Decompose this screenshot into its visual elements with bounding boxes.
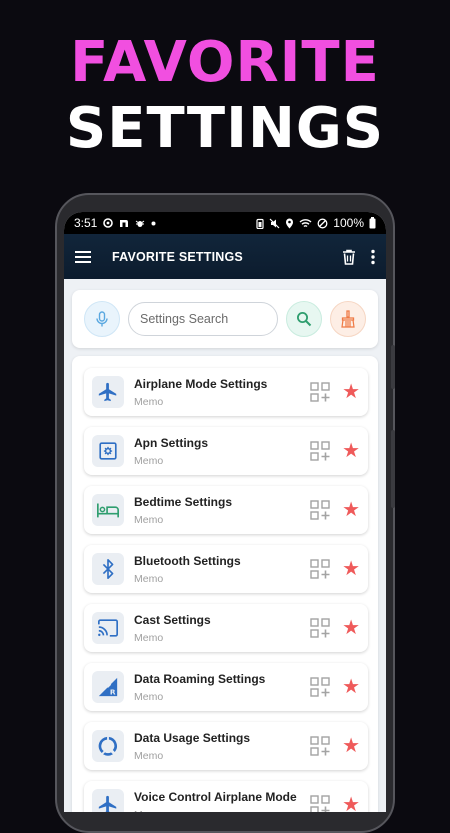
add-widget-icon[interactable] xyxy=(310,500,330,520)
wifi-icon xyxy=(299,218,312,227)
app-bar: FAVORITE SETTINGS xyxy=(64,234,386,279)
data-roaming-icon: R xyxy=(92,671,124,703)
list-item-title: Bluetooth Settings xyxy=(134,553,241,568)
trash-icon[interactable] xyxy=(342,249,356,265)
add-widget-icon[interactable] xyxy=(310,618,330,638)
favorite-star-icon[interactable]: ★ xyxy=(342,736,360,756)
list-item[interactable]: Bluetooth Settings Memo ★ xyxy=(84,545,368,593)
location-icon xyxy=(286,218,294,228)
favorites-list: Airplane Mode Settings Memo ★ Apn Settings M… xyxy=(72,356,378,812)
battery-icon xyxy=(369,217,376,229)
cast-icon xyxy=(92,612,124,644)
bed-icon xyxy=(92,494,124,526)
favorite-star-icon[interactable]: ★ xyxy=(342,618,360,638)
delete-button[interactable] xyxy=(342,249,356,265)
broom-icon xyxy=(341,310,355,328)
list-item-text: Voice Control Airplane Mode Memo xyxy=(134,790,310,813)
list-item-title: Cast Settings xyxy=(134,612,211,627)
list-item-title: Apn Settings xyxy=(134,435,208,450)
favorite-star-icon[interactable]: ★ xyxy=(342,441,360,461)
mute-icon xyxy=(269,218,280,228)
list-item-memo: Memo xyxy=(134,690,164,703)
list-item-memo: Memo xyxy=(134,395,164,408)
favorite-star-icon[interactable]: ★ xyxy=(342,795,360,812)
list-item-text: Apn Settings Memo xyxy=(134,436,310,467)
list-item-memo: Memo xyxy=(134,749,164,762)
microphone-icon xyxy=(96,310,108,326)
list-item[interactable]: Voice Control Airplane Mode Memo ★ xyxy=(84,781,368,812)
list-item[interactable]: Airplane Mode Settings Memo ★ xyxy=(84,368,368,416)
list-item-memo: Memo xyxy=(134,809,310,813)
more-vertical-icon[interactable] xyxy=(370,249,376,265)
phone-side-button xyxy=(391,345,395,389)
dot-icon xyxy=(151,221,156,225)
apn-gear-icon xyxy=(92,435,124,467)
list-item-memo: Memo xyxy=(134,631,164,644)
phone-screen: 3:51 100% FAVORITE SETTINGS Settings Sea… xyxy=(64,212,386,812)
battery-saver-icon xyxy=(256,218,264,229)
favorite-star-icon[interactable]: ★ xyxy=(342,677,360,697)
list-item-title: Bedtime Settings xyxy=(134,494,233,509)
status-time: 3:51 xyxy=(74,216,98,230)
add-widget-icon[interactable] xyxy=(310,441,330,461)
headline-settings: SETTINGS xyxy=(65,96,385,161)
list-item-text: Data Roaming Settings Memo xyxy=(134,672,310,703)
add-widget-icon[interactable] xyxy=(310,382,330,402)
menu-icon[interactable] xyxy=(74,250,92,264)
clear-button[interactable] xyxy=(330,301,366,337)
list-item-title: Data Usage Settings xyxy=(134,730,251,745)
add-widget-icon[interactable] xyxy=(310,795,330,812)
svg-text:R: R xyxy=(110,687,116,696)
headline-favorite: FAVORITE xyxy=(70,30,380,95)
list-item-text: Bedtime Settings Memo xyxy=(134,495,310,526)
favorite-star-icon[interactable]: ★ xyxy=(342,382,360,402)
favorite-star-icon[interactable]: ★ xyxy=(342,559,360,579)
list-item-memo: Memo xyxy=(134,454,164,467)
app-title: FAVORITE SETTINGS xyxy=(112,249,243,264)
list-item-text: Bluetooth Settings Memo xyxy=(134,554,310,585)
list-item-title: Data Roaming Settings xyxy=(134,671,266,686)
add-widget-icon[interactable] xyxy=(310,736,330,756)
list-item-title: Airplane Mode Settings xyxy=(134,376,268,391)
list-item[interactable]: R Data Roaming Settings Memo ★ xyxy=(84,663,368,711)
favorite-star-icon[interactable]: ★ xyxy=(342,500,360,520)
voice-search-button[interactable] xyxy=(84,301,120,337)
notification-icon xyxy=(103,218,114,228)
app-n-icon xyxy=(120,220,129,227)
search-button[interactable] xyxy=(286,301,322,337)
search-input[interactable] xyxy=(128,302,278,336)
list-item-memo: Memo xyxy=(134,513,164,526)
list-item[interactable]: Bedtime Settings Memo ★ xyxy=(84,486,368,534)
add-widget-icon[interactable] xyxy=(310,677,330,697)
list-item-text: Airplane Mode Settings Memo xyxy=(134,377,310,408)
list-item[interactable]: Data Usage Settings Memo ★ xyxy=(84,722,368,770)
more-options-button[interactable] xyxy=(370,249,376,265)
list-item-text: Cast Settings Memo xyxy=(134,613,310,644)
list-item-text: Data Usage Settings Memo xyxy=(134,731,310,762)
bug-icon xyxy=(136,220,145,227)
list-item-memo: Memo xyxy=(134,572,164,585)
voice-airplane-icon xyxy=(92,789,124,812)
airplane-icon xyxy=(92,376,124,408)
list-item[interactable]: Cast Settings Memo ★ xyxy=(84,604,368,652)
bluetooth-icon xyxy=(92,553,124,585)
search-card xyxy=(72,290,378,348)
phone-volume-button xyxy=(391,430,395,508)
data-usage-icon xyxy=(92,730,124,762)
search-icon xyxy=(297,312,312,327)
status-bar: 3:51 100% xyxy=(64,212,386,234)
list-item[interactable]: Apn Settings Memo ★ xyxy=(84,427,368,475)
list-item-title: Voice Control Airplane Mode xyxy=(134,789,297,804)
blocked-icon xyxy=(317,218,328,228)
battery-percent: 100% xyxy=(333,216,364,230)
add-widget-icon[interactable] xyxy=(310,559,330,579)
